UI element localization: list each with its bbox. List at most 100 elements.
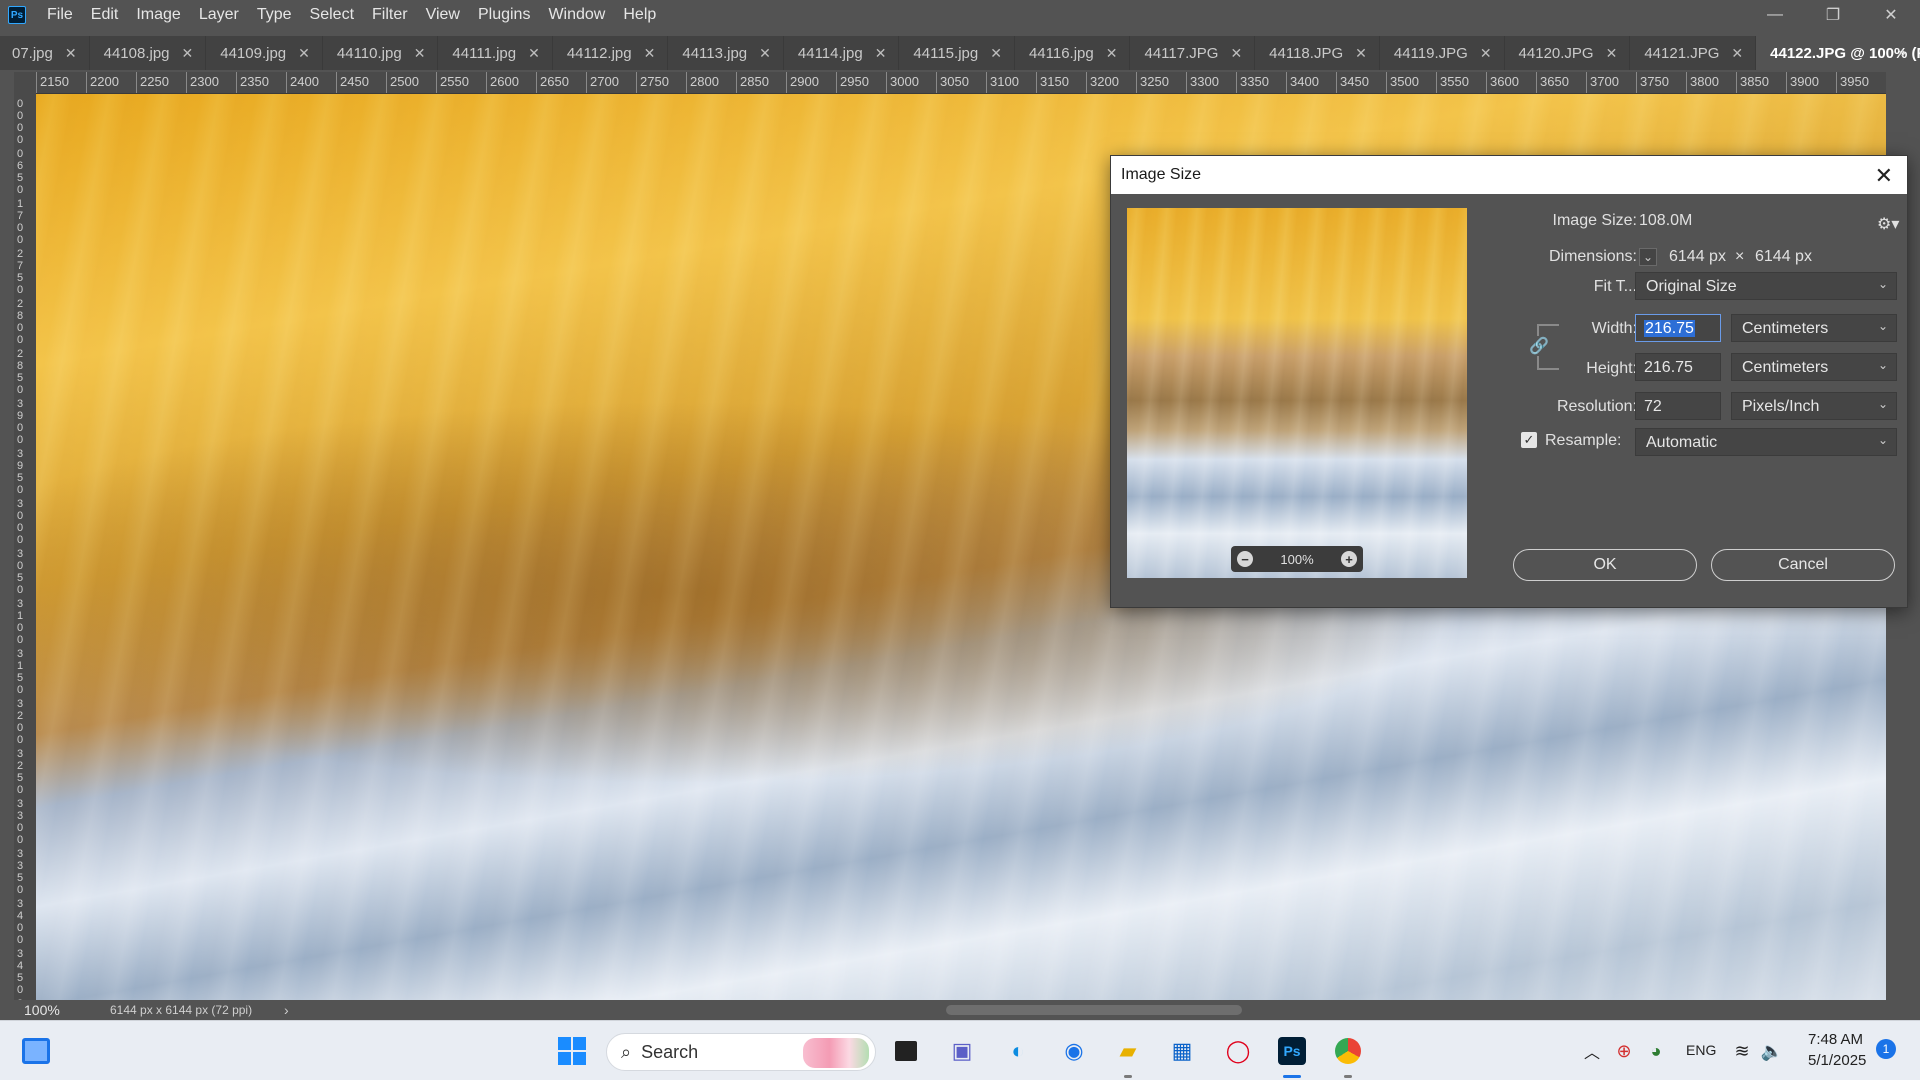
ruler-corner[interactable] bbox=[14, 72, 36, 94]
tab-close-icon[interactable]: ✕ bbox=[1355, 45, 1367, 62]
menu-view[interactable]: View bbox=[417, 6, 469, 24]
menu-filter[interactable]: Filter bbox=[363, 6, 417, 24]
notification-badge[interactable]: 1 bbox=[1876, 1039, 1896, 1059]
width-input[interactable]: 216.75 bbox=[1635, 314, 1721, 342]
height-unit-select[interactable]: Centimeters ⌄ bbox=[1731, 353, 1897, 381]
document-tab[interactable]: 44116.jpg ✕ bbox=[1015, 36, 1131, 70]
menu-file[interactable]: File bbox=[38, 6, 82, 24]
resample-select[interactable]: Automatic ⌄ bbox=[1635, 428, 1897, 456]
document-tab[interactable]: 44114.jpg ✕ bbox=[784, 36, 900, 70]
close-icon[interactable]: ✕ bbox=[1875, 163, 1893, 189]
document-tab[interactable]: 44113.jpg ✕ bbox=[668, 36, 784, 70]
menu-plugins[interactable]: Plugins bbox=[469, 6, 539, 24]
menu-layer[interactable]: Layer bbox=[190, 6, 248, 24]
tab-close-icon[interactable]: ✕ bbox=[990, 45, 1002, 62]
scrollbar-thumb[interactable] bbox=[946, 1005, 1242, 1015]
start-menu-icon[interactable] bbox=[556, 1035, 588, 1067]
copilot-icon[interactable]: ◉ bbox=[1058, 1035, 1090, 1067]
wifi-icon[interactable]: ≋ bbox=[1726, 1035, 1758, 1067]
tab-close-icon[interactable]: ✕ bbox=[528, 45, 540, 62]
tab-close-icon[interactable]: ✕ bbox=[414, 45, 426, 62]
menu-image[interactable]: Image bbox=[127, 6, 189, 24]
teams-chat-icon[interactable]: ▣ bbox=[946, 1035, 978, 1067]
document-tab[interactable]: 44120.JPG ✕ bbox=[1505, 36, 1631, 70]
tab-close-icon[interactable]: ✕ bbox=[644, 45, 656, 62]
clock-time[interactable]: 7:48 AM bbox=[1808, 1031, 1863, 1048]
vertical-ruler[interactable]: 0000 0650 1700 2750 2800 2850 3900 3950 3000 3050… bbox=[14, 94, 36, 1000]
width-unit-select[interactable]: Centimeters ⌄ bbox=[1731, 314, 1897, 342]
image-preview[interactable]: − 100% + bbox=[1127, 208, 1467, 578]
tab-close-icon[interactable]: ✕ bbox=[1480, 45, 1492, 62]
ruler-tick-label: 3950 bbox=[17, 448, 24, 496]
fit-to-select[interactable]: Original Size ⌄ bbox=[1635, 272, 1897, 300]
document-info[interactable]: 6144 px x 6144 px (72 ppi) bbox=[76, 1003, 276, 1017]
dialog-title-bar[interactable]: Image Size ✕ bbox=[1111, 156, 1907, 194]
zoom-out-icon[interactable]: − bbox=[1237, 551, 1253, 567]
document-tab[interactable]: 44121.JPG ✕ bbox=[1630, 36, 1757, 70]
cancel-button[interactable]: Cancel bbox=[1711, 549, 1895, 581]
photoshop-taskbar-icon[interactable]: Ps bbox=[1276, 1035, 1308, 1067]
document-tab[interactable]: 44111.jpg ✕ bbox=[438, 36, 553, 70]
app-tray-icon[interactable]: ◕ bbox=[1640, 1035, 1672, 1067]
tab-close-icon[interactable]: ✕ bbox=[875, 45, 887, 62]
dimensions-dropdown-icon[interactable]: ⌄ bbox=[1639, 248, 1657, 266]
ruler-tick-label: 3350 bbox=[1236, 72, 1269, 93]
zoom-in-icon[interactable]: + bbox=[1341, 551, 1357, 567]
language-indicator[interactable]: ENG bbox=[1686, 1042, 1716, 1058]
menu-window[interactable]: Window bbox=[539, 6, 614, 24]
resolution-unit-select[interactable]: Pixels/Inch ⌄ bbox=[1731, 392, 1897, 420]
close-window-icon[interactable]: ✕ bbox=[1862, 0, 1920, 30]
tab-close-icon[interactable]: ✕ bbox=[759, 45, 771, 62]
document-tab[interactable]: 44119.JPG ✕ bbox=[1380, 36, 1505, 70]
tab-close-icon[interactable]: ✕ bbox=[1731, 45, 1743, 62]
document-tab[interactable]: 44109.jpg ✕ bbox=[206, 36, 323, 70]
tab-close-icon[interactable]: ✕ bbox=[298, 45, 310, 62]
gear-icon[interactable]: ⚙▾ bbox=[1877, 214, 1899, 234]
link-constrain-icon[interactable]: 🔗 bbox=[1529, 336, 1549, 356]
document-tab[interactable]: 07.jpg ✕ bbox=[0, 36, 90, 70]
horizontal-scrollbar[interactable] bbox=[316, 1005, 1896, 1015]
horizontal-ruler[interactable]: 2150 2200 2250 2300 2350 2400 2450 2500 2550 2600… bbox=[36, 72, 1886, 94]
ruler-tick-label: 2750 bbox=[17, 248, 24, 296]
taskbar-search[interactable]: ⌕ Search bbox=[606, 1033, 876, 1071]
chevron-up-icon[interactable]: ︿ bbox=[1576, 1035, 1608, 1067]
microsoft-store-icon[interactable]: ▦ bbox=[1166, 1035, 1198, 1067]
height-label: Height: bbox=[1586, 360, 1637, 377]
document-tab[interactable]: 44108.jpg ✕ bbox=[90, 36, 207, 70]
chrome-browser-icon[interactable] bbox=[1332, 1035, 1364, 1067]
tab-overflow-icon[interactable]: » bbox=[1897, 36, 1906, 70]
widgets-icon[interactable] bbox=[20, 1035, 52, 1067]
edge-browser-icon[interactable]: ◐ bbox=[1002, 1035, 1034, 1067]
height-input[interactable]: 216.75 bbox=[1635, 353, 1721, 381]
tab-close-icon[interactable]: ✕ bbox=[1606, 45, 1618, 62]
minimize-icon[interactable]: — bbox=[1746, 0, 1804, 30]
document-tab[interactable]: 44115.jpg ✕ bbox=[899, 36, 1015, 70]
menu-type[interactable]: Type bbox=[248, 6, 301, 24]
resolution-input[interactable]: 72 bbox=[1635, 392, 1721, 420]
status-menu-arrow-icon[interactable]: › bbox=[284, 1002, 289, 1018]
document-tab[interactable]: 44110.jpg ✕ bbox=[323, 36, 439, 70]
ok-button[interactable]: OK bbox=[1513, 549, 1697, 581]
photoshop-logo-icon[interactable]: Ps bbox=[8, 6, 26, 24]
document-tab[interactable]: 44117.JPG ✕ bbox=[1130, 36, 1256, 70]
menu-select[interactable]: Select bbox=[301, 6, 363, 24]
document-tab[interactable]: 44118.JPG ✕ bbox=[1255, 36, 1380, 70]
task-view-icon[interactable] bbox=[890, 1035, 922, 1067]
tab-close-icon[interactable]: ✕ bbox=[182, 45, 194, 62]
restore-icon[interactable]: ❐ bbox=[1804, 0, 1862, 30]
zoom-level[interactable]: 100% bbox=[0, 1002, 76, 1018]
clock-date[interactable]: 5/1/2025 bbox=[1808, 1052, 1866, 1069]
menu-help[interactable]: Help bbox=[614, 6, 665, 24]
network-tray-icon[interactable]: ⊕ bbox=[1608, 1035, 1640, 1067]
tab-close-icon[interactable]: ✕ bbox=[65, 45, 77, 62]
search-icon: ⌕ bbox=[621, 1041, 632, 1062]
tab-close-icon[interactable]: ✕ bbox=[1230, 45, 1242, 62]
menu-edit[interactable]: Edit bbox=[82, 6, 128, 24]
document-tab[interactable]: 44112.jpg ✕ bbox=[553, 36, 669, 70]
tab-close-icon[interactable]: ✕ bbox=[1106, 45, 1118, 62]
file-explorer-icon[interactable]: ▰ bbox=[1112, 1035, 1144, 1067]
volume-muted-icon[interactable]: 🔈 bbox=[1756, 1035, 1788, 1067]
opera-browser-icon[interactable]: ◯ bbox=[1222, 1035, 1254, 1067]
resample-checkbox[interactable]: ✓ bbox=[1521, 432, 1537, 448]
document-tab-active[interactable]: 44122.JPG @ 100% (RGB/8#)✕ bbox=[1756, 36, 1920, 70]
